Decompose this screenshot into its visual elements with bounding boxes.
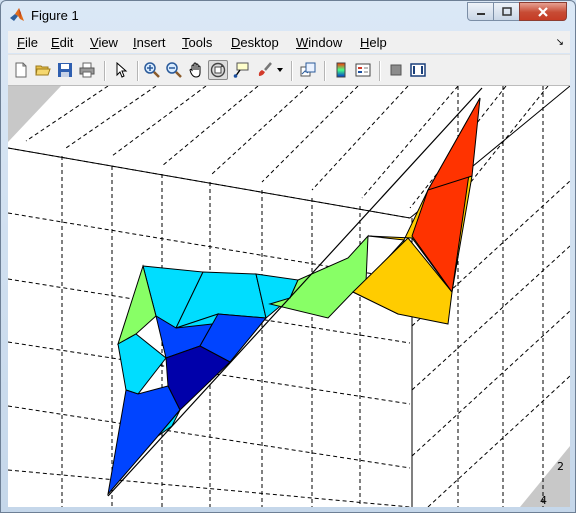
printer-icon	[79, 62, 95, 78]
brush-button[interactable]	[254, 60, 274, 80]
open-file-button[interactable]	[33, 60, 53, 80]
zoom-out-button[interactable]	[164, 60, 184, 80]
figure-window: Figure 1 File Edit View Insert Tools Des…	[0, 0, 576, 513]
figure-canvas[interactable]: 2 4	[8, 86, 570, 507]
show-plot-tools-button[interactable]	[408, 60, 428, 80]
menu-file[interactable]: File	[17, 35, 38, 50]
new-figure-button[interactable]	[11, 60, 31, 80]
toolbar-separator	[324, 61, 326, 81]
save-figure-button[interactable]	[55, 60, 75, 80]
caret-down-icon	[277, 68, 283, 72]
folder-icon	[35, 65, 51, 76]
zoom-in-button[interactable]	[142, 60, 162, 80]
figure-toolbar	[8, 54, 570, 86]
menu-view[interactable]: View	[90, 35, 118, 50]
legend-icon	[355, 63, 371, 77]
toolbar-separator	[291, 61, 293, 81]
insert-colorbar-button[interactable]	[331, 60, 351, 80]
matlab-logo-icon	[10, 8, 24, 21]
floppy-disk-icon	[58, 63, 72, 77]
hide-plot-tools-icon	[390, 64, 402, 76]
rotate-3d-button[interactable]	[208, 60, 228, 80]
tick-label-4: 4	[540, 494, 547, 507]
minimize-icon	[476, 12, 485, 15]
rotate-3d-icon	[210, 62, 226, 78]
tick-label-2: 2	[557, 460, 564, 473]
edit-plot-button[interactable]	[111, 60, 131, 80]
data-cursor-icon	[233, 62, 249, 78]
axes-3d[interactable]: 2 4	[8, 86, 570, 507]
show-plot-tools-icon	[410, 63, 426, 77]
axes-wall-upper-left	[8, 86, 61, 142]
print-figure-button[interactable]	[77, 60, 97, 80]
menu-desktop[interactable]: Desktop	[231, 35, 279, 50]
toolbar-separator	[104, 61, 106, 81]
menu-insert[interactable]: Insert	[133, 35, 166, 50]
hide-plot-tools-button[interactable]	[386, 60, 406, 80]
close-button[interactable]	[519, 2, 567, 21]
brush-dropdown-button[interactable]	[274, 60, 286, 80]
menu-help[interactable]: Help	[360, 35, 387, 50]
close-icon	[538, 6, 548, 17]
insert-legend-button[interactable]	[353, 60, 373, 80]
data-cursor-button[interactable]	[231, 60, 251, 80]
title-bar[interactable]: Figure 1	[1, 1, 575, 30]
menu-bar: File Edit View Insert Tools Desktop Wind…	[8, 31, 570, 53]
toolbar-separator	[379, 61, 381, 81]
toolbar-separator	[137, 61, 139, 81]
new-file-icon	[15, 62, 27, 78]
pan-button[interactable]	[186, 60, 206, 80]
link-plot-button[interactable]	[298, 60, 318, 80]
brush-icon	[258, 62, 272, 76]
menu-window[interactable]: Window	[296, 35, 342, 50]
zoom-out-icon	[166, 62, 182, 78]
maximize-button[interactable]	[493, 2, 520, 21]
menu-edit[interactable]: Edit	[51, 35, 73, 50]
menu-tools[interactable]: Tools	[182, 35, 212, 50]
maximize-icon	[501, 6, 512, 16]
link-plot-icon	[300, 62, 316, 77]
minimize-button[interactable]	[467, 2, 494, 21]
hand-icon	[189, 62, 201, 78]
window-title: Figure 1	[31, 8, 79, 23]
colorbar-icon	[336, 62, 346, 78]
arrow-pointer-icon	[116, 62, 128, 78]
dock-figure-icon[interactable]: ↘	[556, 37, 564, 48]
zoom-in-icon	[144, 62, 160, 78]
